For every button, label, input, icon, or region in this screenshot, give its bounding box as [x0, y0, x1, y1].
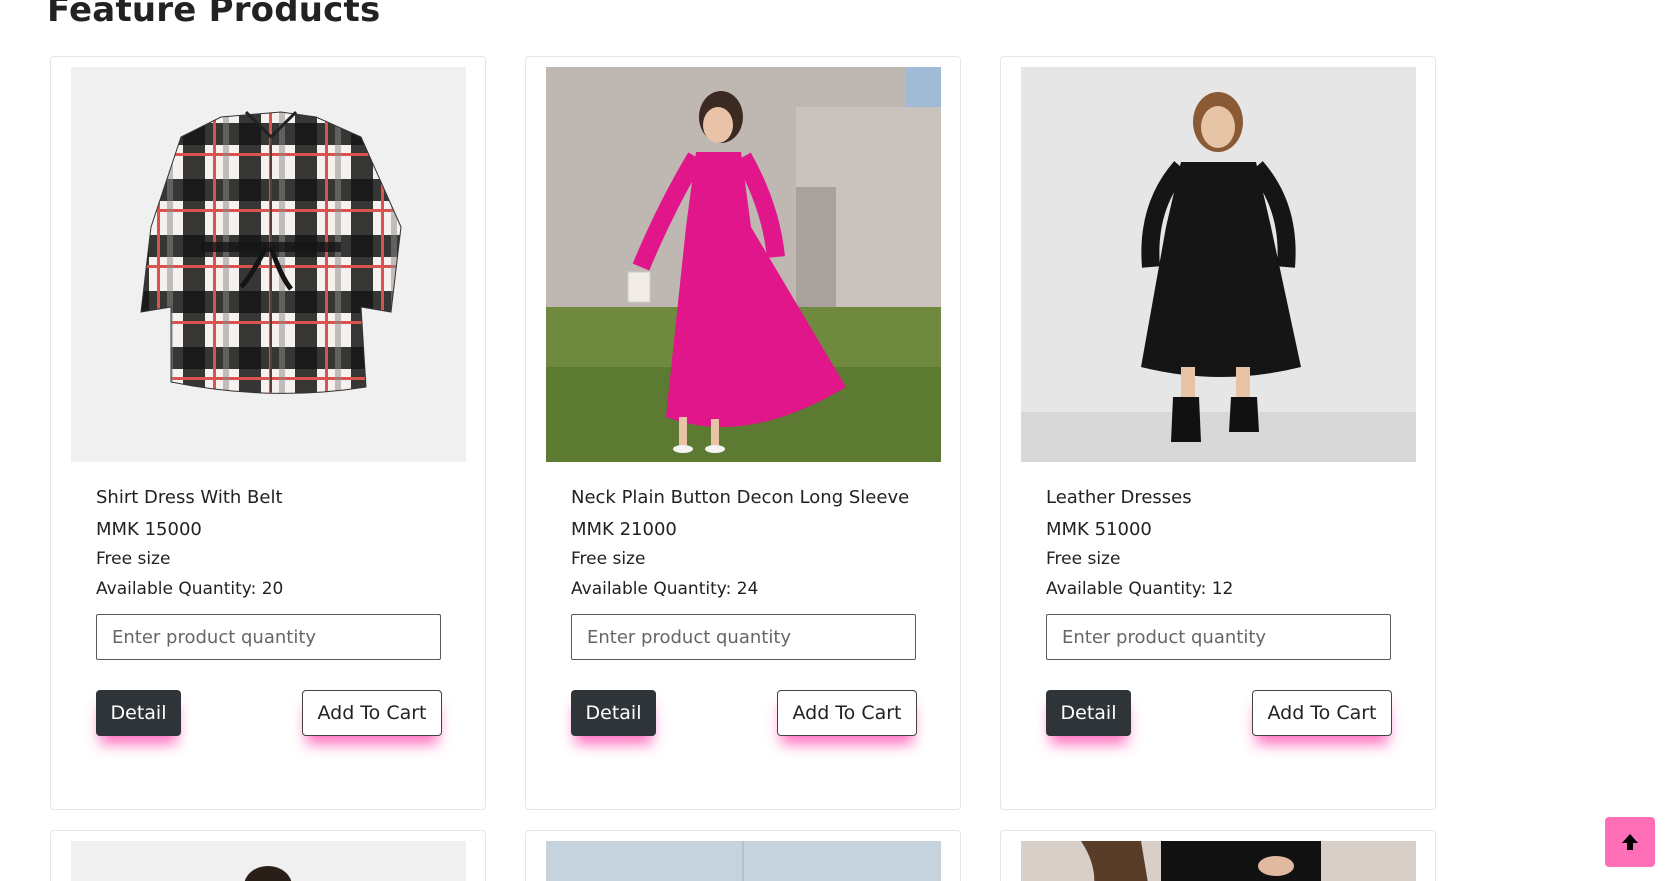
product-name: Shirt Dress With Belt: [96, 487, 283, 508]
product-name: Leather Dresses: [1046, 487, 1192, 508]
page: Feature Products Shirt Dress With Belt M…: [0, 0, 1672, 881]
product-card: [50, 830, 486, 881]
product-card: [525, 830, 961, 881]
product-card: Neck Plain Button Decon Long Sleeve MMK …: [525, 56, 961, 810]
product-size: Free size: [1046, 549, 1121, 569]
available-quantity: Available Quantity: 12: [1046, 579, 1234, 599]
add-to-cart-button[interactable]: Add To Cart: [777, 690, 917, 736]
product-image-shirt-dress[interactable]: [71, 67, 466, 462]
product-image-leather-dress[interactable]: [1021, 67, 1416, 462]
detail-button[interactable]: Detail: [96, 690, 181, 736]
product-card: Shirt Dress With Belt MMK 15000 Free siz…: [50, 56, 486, 810]
quantity-input[interactable]: [1046, 614, 1391, 660]
product-image[interactable]: [546, 841, 941, 881]
detail-button[interactable]: Detail: [571, 690, 656, 736]
product-card: [1000, 830, 1436, 881]
product-info: Shirt Dress With Belt MMK 15000 Free siz…: [96, 487, 446, 605]
available-quantity: Available Quantity: 24: [571, 579, 759, 599]
product-price: MMK 51000: [1046, 519, 1152, 540]
product-size: Free size: [571, 549, 646, 569]
product-price: MMK 21000: [571, 519, 677, 540]
product-card: Leather Dresses MMK 51000 Free size Avai…: [1000, 56, 1436, 810]
add-to-cart-button[interactable]: Add To Cart: [302, 690, 442, 736]
product-price: MMK 15000: [96, 519, 202, 540]
quantity-input[interactable]: [96, 614, 441, 660]
product-image[interactable]: [1021, 841, 1416, 881]
available-quantity: Available Quantity: 20: [96, 579, 284, 599]
scroll-top-button[interactable]: [1605, 817, 1655, 867]
product-image-pink-dress[interactable]: [546, 67, 941, 462]
product-info: Leather Dresses MMK 51000 Free size Avai…: [1046, 487, 1396, 605]
product-image[interactable]: [71, 841, 466, 881]
detail-button[interactable]: Detail: [1046, 690, 1131, 736]
add-to-cart-button[interactable]: Add To Cart: [1252, 690, 1392, 736]
product-size: Free size: [96, 549, 171, 569]
product-name: Neck Plain Button Decon Long Sleeve: [571, 487, 910, 508]
quantity-input[interactable]: [571, 614, 916, 660]
arrow-up-icon: [1622, 834, 1638, 850]
section-title: Feature Products: [47, 0, 381, 30]
product-info: Neck Plain Button Decon Long Sleeve MMK …: [571, 487, 921, 605]
